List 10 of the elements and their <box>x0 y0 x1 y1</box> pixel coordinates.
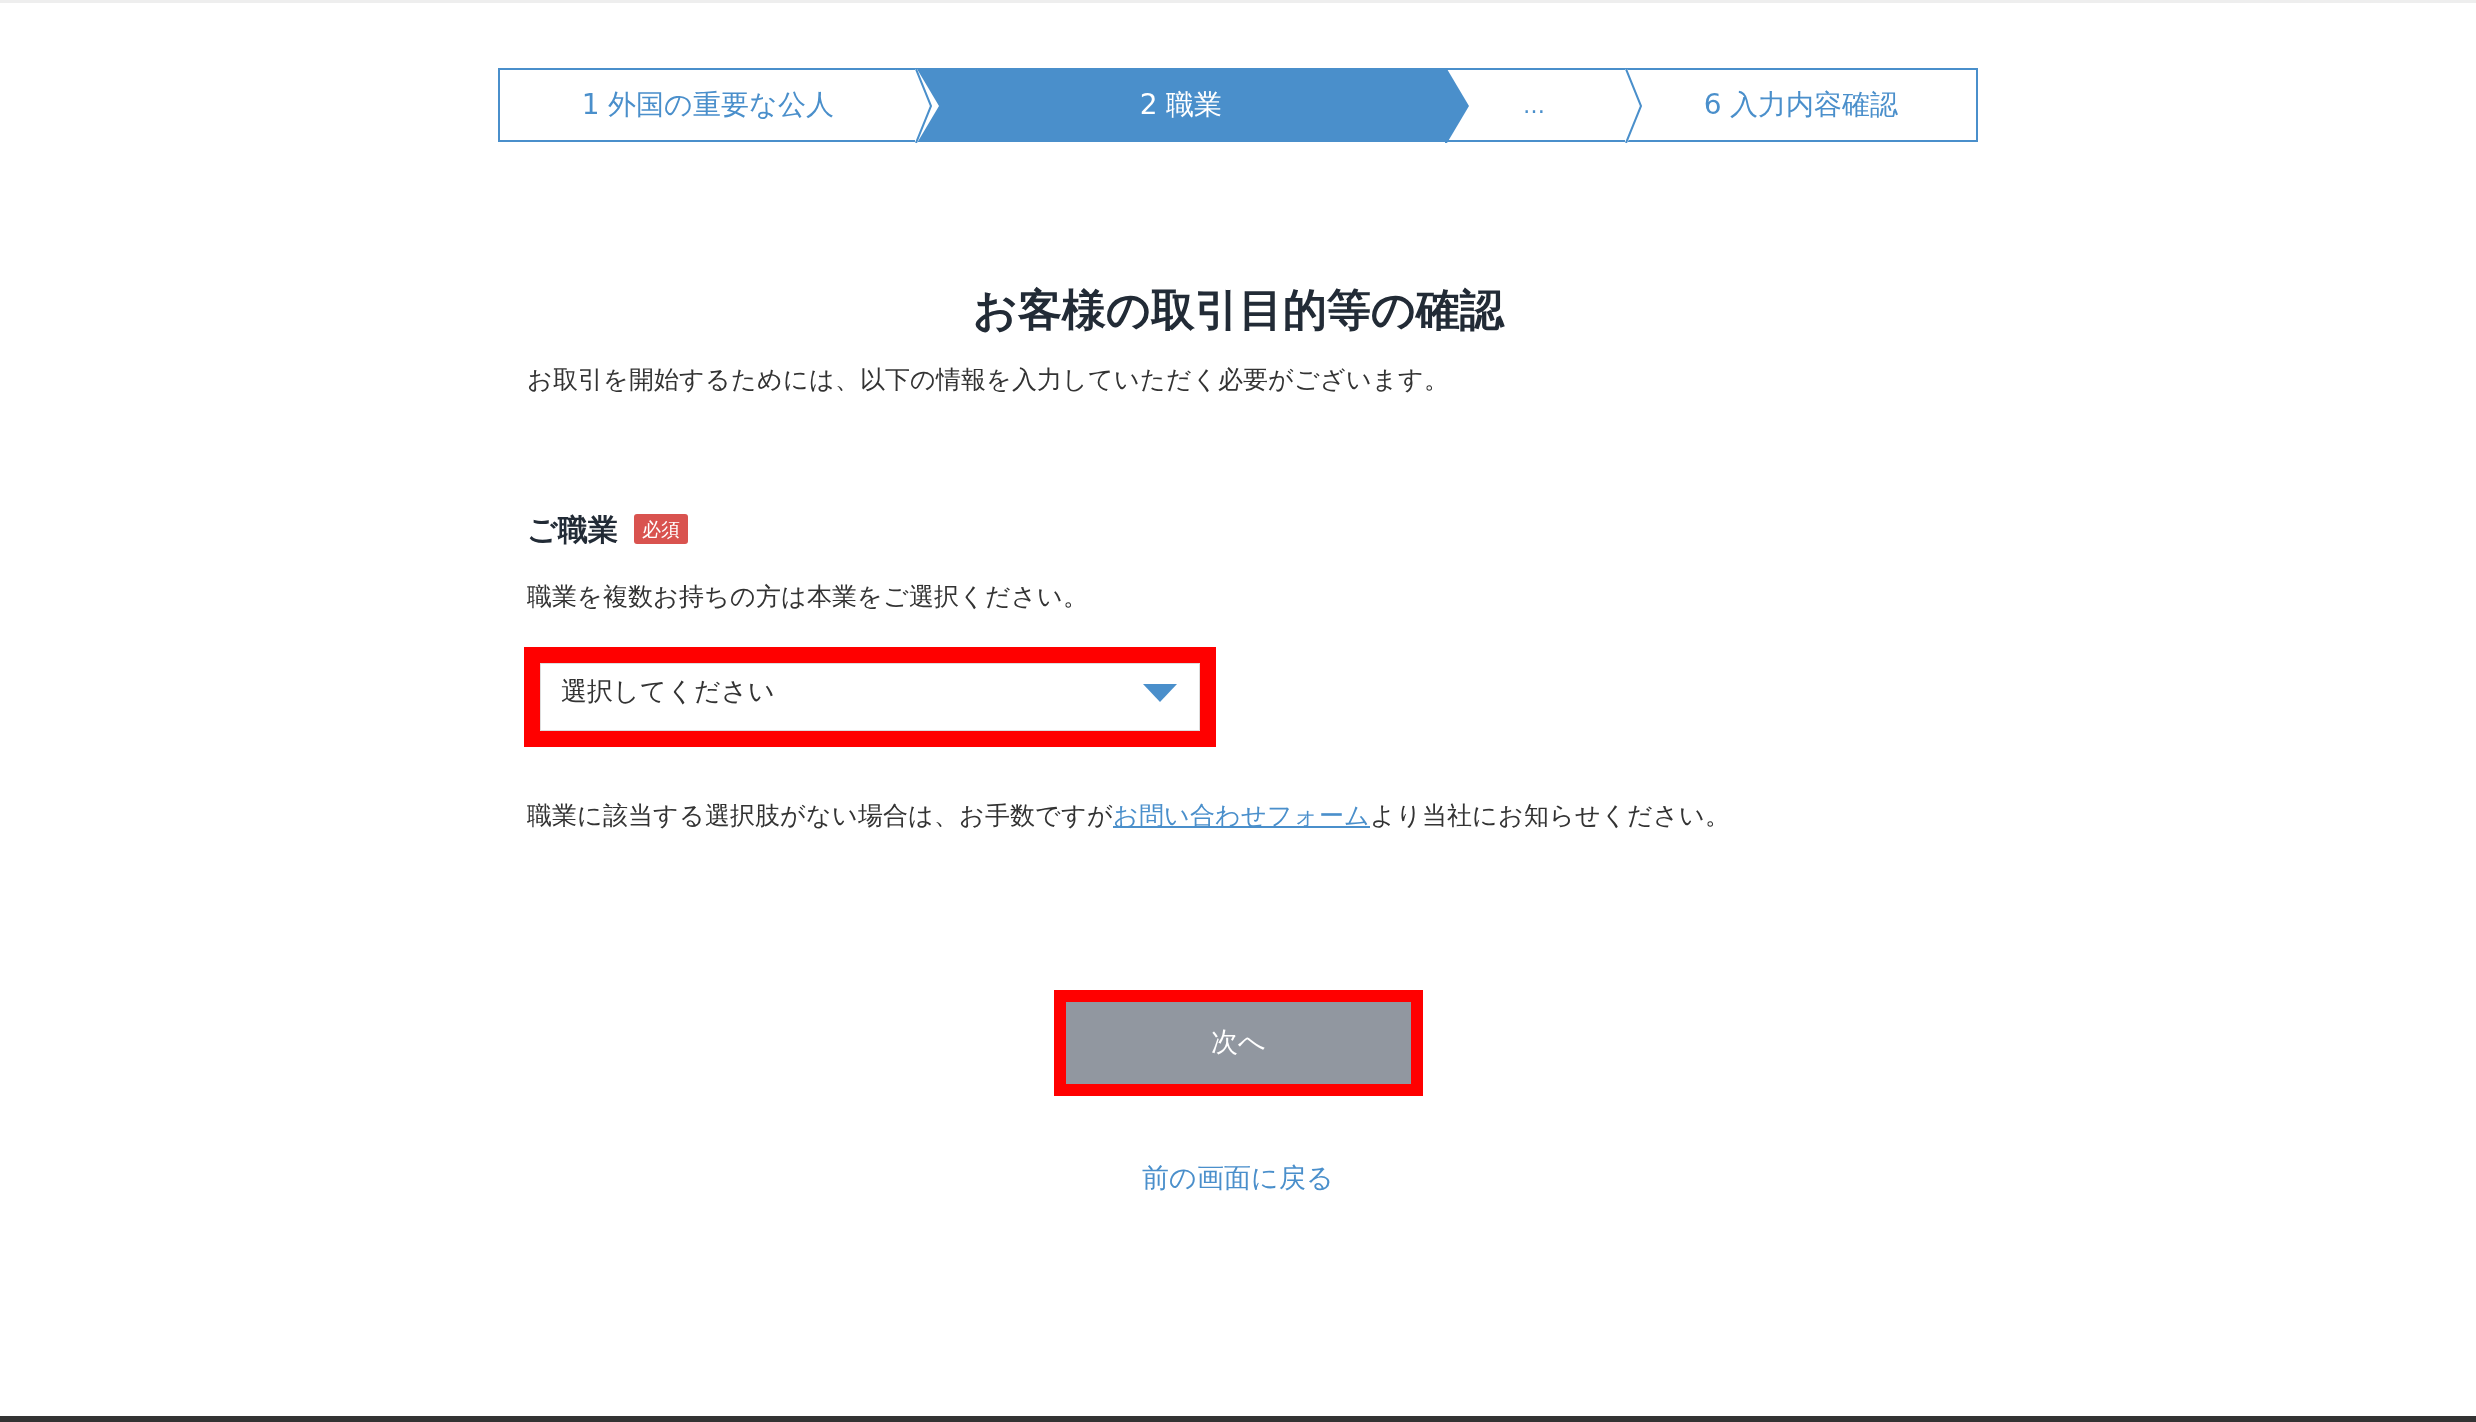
required-badge: 必須 <box>634 513 688 545</box>
contact-form-link[interactable]: お問い合わせフォーム <box>1113 801 1370 830</box>
back-link[interactable]: 前の画面に戻る <box>1142 1157 1334 1198</box>
field-hint: 職業を複数お持ちの方は本業をご選択ください。 <box>527 580 1088 613</box>
intro-text: お取引を開始するためには、以下の情報を入力していただく必要がございます。 <box>527 364 1449 396</box>
occupation-select[interactable]: 選択してください <box>540 663 1200 731</box>
page-title: お客様の取引目的等の確認 <box>972 283 1504 337</box>
dropdown-triangle-icon <box>1143 684 1177 702</box>
field-label: ご職業 <box>527 510 618 549</box>
note-text: 職業に該当する選択肢がない場合は、お手数ですがお問い合わせフォーム より当社にお知らせください。 <box>527 800 1730 832</box>
